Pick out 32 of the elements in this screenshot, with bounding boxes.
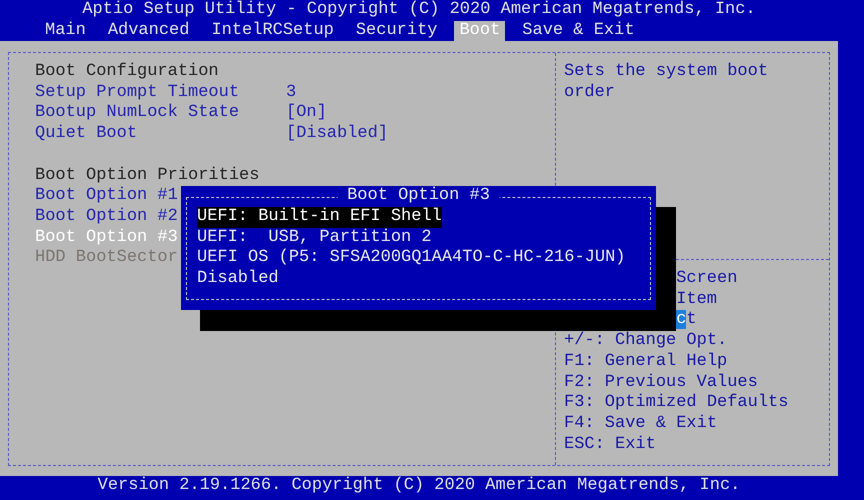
menu-tab[interactable]: Security xyxy=(350,20,442,42)
menu-tab[interactable]: Main xyxy=(40,20,91,42)
popup-option[interactable]: UEFI OS (P5: SFSA200GQ1AA4TO-C-HC-216-JUN) xyxy=(197,248,626,270)
setting-label[interactable]: Setup Prompt Timeout xyxy=(35,82,240,104)
key-hint: Item xyxy=(676,290,718,310)
key-hint: Screen xyxy=(676,269,738,290)
popup-option[interactable]: UEFI: Built-in EFI Shell xyxy=(197,206,442,228)
setting-label[interactable]: Boot Option #2 xyxy=(35,206,178,228)
help-text: Sets the system boot order xyxy=(564,62,770,104)
version-text: Version 2.19.1266. Copyright (C) 2020 American Megatrends, Inc. xyxy=(96,476,742,497)
setting-value[interactable]: [On] xyxy=(286,103,555,124)
setting-label: HDD BootSector xyxy=(35,248,178,270)
popup-option[interactable]: UEFI: USB, Partition 2 xyxy=(197,228,432,248)
key-hint: F4: Save & Exit xyxy=(564,414,718,435)
section-heading: Boot Option Priorities xyxy=(35,166,260,186)
setting-label[interactable]: Bootup NumLock State xyxy=(35,103,240,124)
key-hint: ct xyxy=(676,310,697,332)
key-hint: F1: General Help xyxy=(564,352,728,373)
popup-option[interactable]: Disabled xyxy=(197,269,279,290)
setting-value[interactable]: 3 xyxy=(286,82,555,104)
setting-label[interactable]: Quiet Boot xyxy=(35,124,138,145)
key-hint: ESC: Exit xyxy=(564,434,656,456)
key-hint: F2: Previous Values xyxy=(564,372,758,394)
menu-tab[interactable]: Save & Exit xyxy=(517,20,640,42)
section-heading: Boot Configuration xyxy=(35,62,220,83)
window-title: Aptio Setup Utility - Copyright (C) 2020 American Megatrends, Inc. xyxy=(81,0,757,21)
key-hint: F3: Optimized Defaults xyxy=(564,393,788,414)
key-hint: +/-: Change Opt. xyxy=(564,331,728,352)
setting-value[interactable]: [Disabled] xyxy=(286,124,555,145)
menu-tab[interactable]: Advanced xyxy=(102,20,194,42)
setting-label[interactable]: Boot Option #1 xyxy=(35,186,178,207)
menu-tab[interactable]: IntelRCSetup xyxy=(206,20,339,42)
